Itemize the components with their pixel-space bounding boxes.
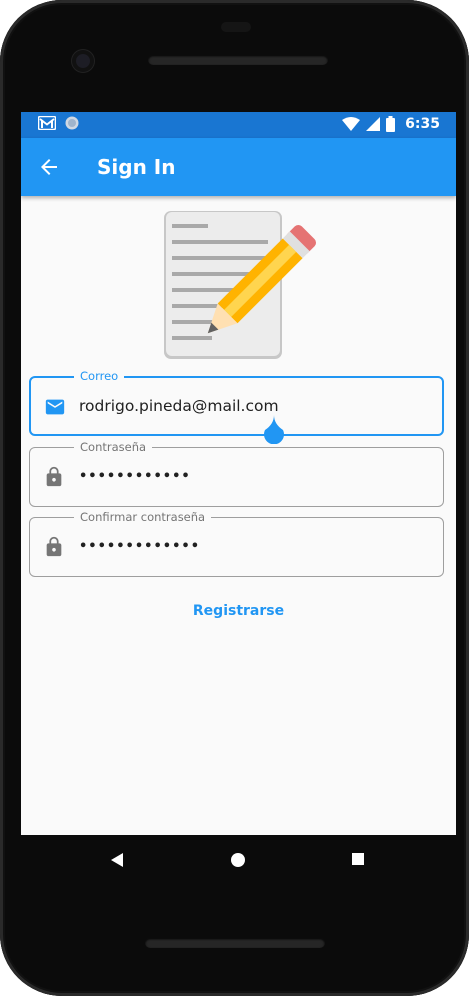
gmail-icon [38, 116, 56, 130]
signal-icon [366, 117, 381, 131]
email-label: Correo [74, 369, 125, 383]
confirm-password-input[interactable]: ••••••••••••• [79, 536, 200, 558]
text-cursor-handle[interactable] [261, 414, 287, 444]
email-field[interactable]: Correo rodrigo.pineda@mail.com [29, 369, 444, 436]
notepad-pencil-illustration [164, 211, 317, 359]
status-time: 6:35 [405, 116, 440, 132]
system-nav-bar [21, 835, 456, 885]
earpiece-speaker [148, 55, 328, 65]
register-button[interactable]: Registrarse [21, 603, 456, 619]
screen: 6:35 Sign In Correo rodrigo.pineda@mail.… [21, 112, 456, 835]
password-label: Contraseña [74, 440, 153, 454]
password-field[interactable]: Contraseña •••••••••••• [29, 440, 444, 507]
lock-icon [46, 466, 62, 487]
wifi-icon [342, 117, 361, 131]
lock-icon [46, 536, 62, 557]
bottom-speaker [145, 938, 325, 948]
front-camera [72, 50, 94, 72]
password-input[interactable]: •••••••••••• [79, 466, 191, 488]
status-bar: 6:35 [21, 112, 456, 138]
home-circle-icon[interactable] [230, 852, 246, 868]
email-input[interactable]: rodrigo.pineda@mail.com [79, 395, 279, 417]
top-sensor [221, 22, 251, 32]
arrow-back-icon[interactable] [37, 155, 61, 179]
page-title: Sign In [97, 155, 176, 179]
sync-dot-icon [65, 116, 79, 130]
back-triangle-icon[interactable] [110, 852, 124, 868]
confirm-password-field[interactable]: Confirmar contraseña ••••••••••••• [29, 510, 444, 577]
phone-frame: 6:35 Sign In Correo rodrigo.pineda@mail.… [0, 0, 469, 996]
battery-icon [386, 116, 396, 132]
app-bar: Sign In [21, 138, 456, 196]
recents-square-icon[interactable] [351, 852, 365, 866]
email-icon [45, 399, 65, 415]
confirm-password-label: Confirmar contraseña [74, 510, 212, 524]
